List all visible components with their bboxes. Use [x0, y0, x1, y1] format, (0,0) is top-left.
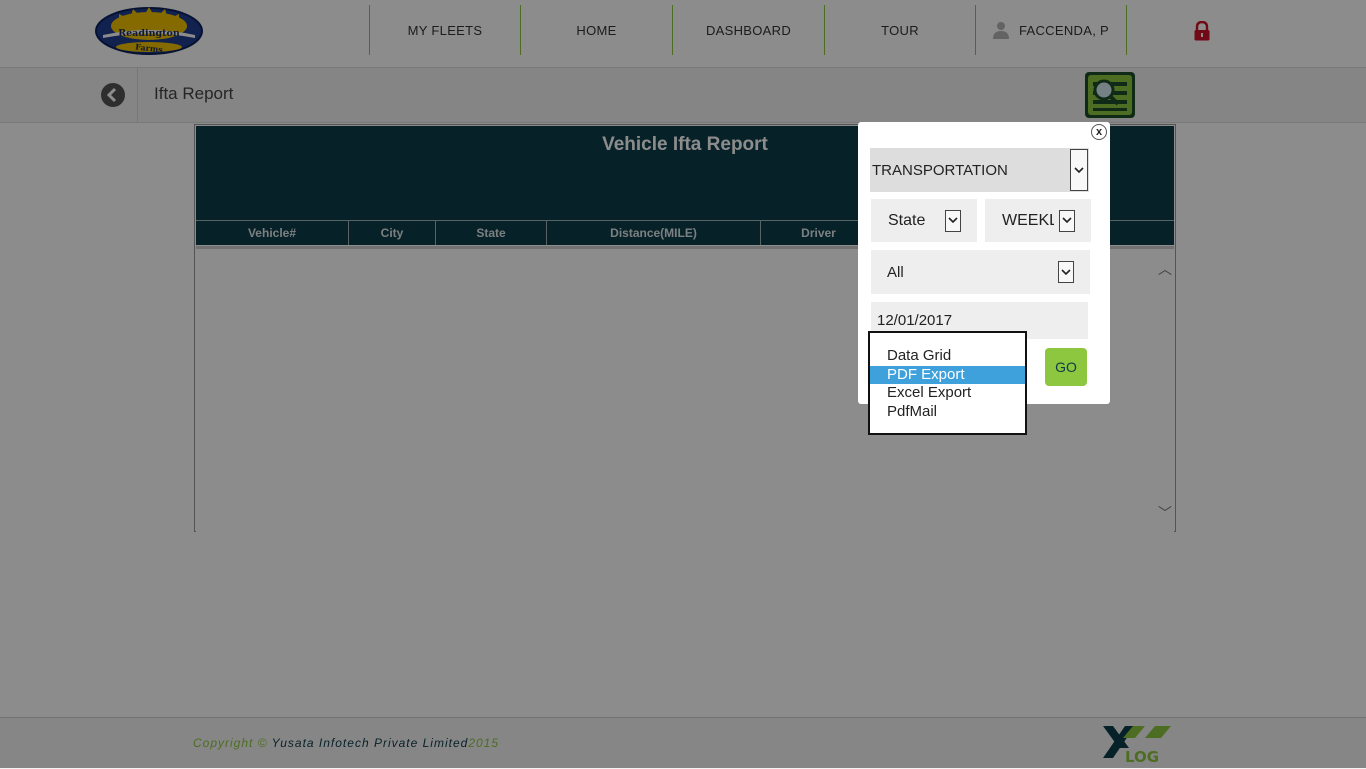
option-pdf-export[interactable]: PDF Export [870, 365, 1025, 384]
group-select[interactable]: TRANSPORTATION [870, 148, 1089, 192]
vehicle-select[interactable]: All [871, 250, 1090, 294]
output-format-dropdown[interactable]: Data Grid PDF Export Excel Export PdfMai… [868, 331, 1027, 435]
chevron-down-icon [1059, 209, 1075, 232]
period-select-value: WEEKLY [1002, 211, 1054, 229]
option-excel-export[interactable]: Excel Export [870, 384, 1025, 403]
report-type-value: State [888, 211, 926, 229]
option-data-grid[interactable]: Data Grid [870, 347, 1025, 366]
chevron-down-icon [1058, 261, 1074, 283]
period-select[interactable]: WEEKLY [985, 199, 1091, 242]
report-type-select[interactable]: State [871, 199, 977, 242]
modal-overlay[interactable] [0, 0, 1366, 768]
option-pdfmail[interactable]: PdfMail [870, 403, 1025, 422]
chevron-down-icon [1070, 149, 1088, 191]
close-icon[interactable]: x [1091, 124, 1107, 140]
vehicle-select-value: All [887, 263, 904, 281]
chevron-down-icon [945, 209, 961, 232]
go-button[interactable]: GO [1045, 348, 1087, 386]
group-select-value: TRANSPORTATION [872, 161, 1008, 179]
